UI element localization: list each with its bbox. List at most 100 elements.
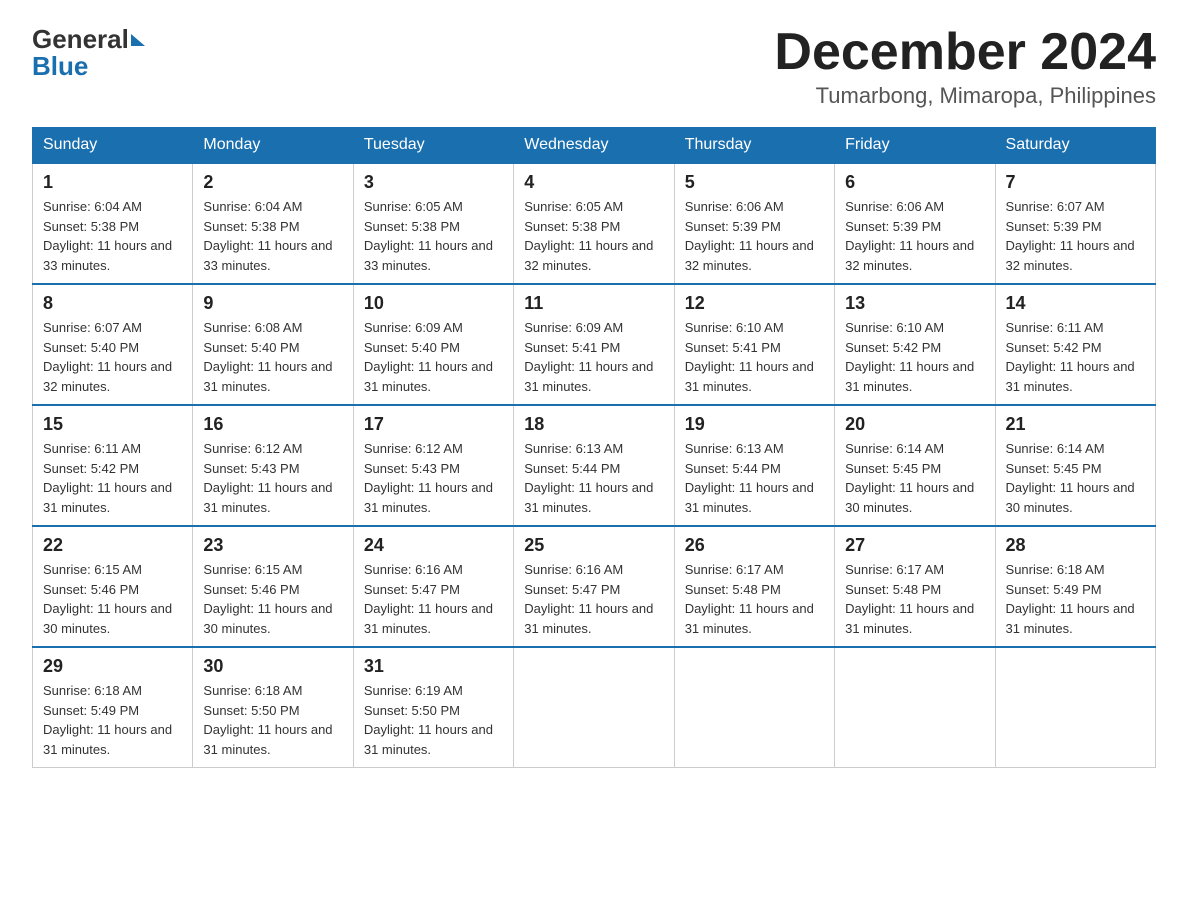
day-number: 24: [364, 535, 503, 556]
day-info: Sunrise: 6:13 AM Sunset: 5:44 PM Dayligh…: [524, 439, 663, 517]
logo-arrow-icon: [131, 34, 145, 46]
day-info: Sunrise: 6:16 AM Sunset: 5:47 PM Dayligh…: [524, 560, 663, 638]
weekday-header-wednesday: Wednesday: [514, 128, 674, 164]
calendar-cell: 27 Sunrise: 6:17 AM Sunset: 5:48 PM Dayl…: [835, 526, 995, 647]
calendar-cell: 9 Sunrise: 6:08 AM Sunset: 5:40 PM Dayli…: [193, 284, 353, 405]
day-number: 29: [43, 656, 182, 677]
calendar-table: SundayMondayTuesdayWednesdayThursdayFrid…: [32, 127, 1156, 768]
day-info: Sunrise: 6:19 AM Sunset: 5:50 PM Dayligh…: [364, 681, 503, 759]
calendar-cell: [995, 647, 1155, 768]
day-info: Sunrise: 6:10 AM Sunset: 5:41 PM Dayligh…: [685, 318, 824, 396]
calendar-week-row: 8 Sunrise: 6:07 AM Sunset: 5:40 PM Dayli…: [33, 284, 1156, 405]
calendar-cell: 4 Sunrise: 6:05 AM Sunset: 5:38 PM Dayli…: [514, 163, 674, 284]
weekday-header-friday: Friday: [835, 128, 995, 164]
day-info: Sunrise: 6:05 AM Sunset: 5:38 PM Dayligh…: [364, 197, 503, 275]
day-info: Sunrise: 6:18 AM Sunset: 5:50 PM Dayligh…: [203, 681, 342, 759]
day-info: Sunrise: 6:07 AM Sunset: 5:40 PM Dayligh…: [43, 318, 182, 396]
calendar-cell: 11 Sunrise: 6:09 AM Sunset: 5:41 PM Dayl…: [514, 284, 674, 405]
day-info: Sunrise: 6:12 AM Sunset: 5:43 PM Dayligh…: [203, 439, 342, 517]
day-number: 22: [43, 535, 182, 556]
calendar-week-row: 15 Sunrise: 6:11 AM Sunset: 5:42 PM Dayl…: [33, 405, 1156, 526]
calendar-cell: 18 Sunrise: 6:13 AM Sunset: 5:44 PM Dayl…: [514, 405, 674, 526]
day-number: 17: [364, 414, 503, 435]
calendar-cell: [514, 647, 674, 768]
day-number: 5: [685, 172, 824, 193]
day-number: 27: [845, 535, 984, 556]
day-number: 15: [43, 414, 182, 435]
calendar-cell: 10 Sunrise: 6:09 AM Sunset: 5:40 PM Dayl…: [353, 284, 513, 405]
calendar-cell: 29 Sunrise: 6:18 AM Sunset: 5:49 PM Dayl…: [33, 647, 193, 768]
calendar-cell: 28 Sunrise: 6:18 AM Sunset: 5:49 PM Dayl…: [995, 526, 1155, 647]
page-header: General Blue December 2024 Tumarbong, Mi…: [32, 24, 1156, 109]
day-info: Sunrise: 6:06 AM Sunset: 5:39 PM Dayligh…: [685, 197, 824, 275]
calendar-cell: 19 Sunrise: 6:13 AM Sunset: 5:44 PM Dayl…: [674, 405, 834, 526]
weekday-header-sunday: Sunday: [33, 128, 193, 164]
calendar-cell: [674, 647, 834, 768]
calendar-cell: 15 Sunrise: 6:11 AM Sunset: 5:42 PM Dayl…: [33, 405, 193, 526]
day-info: Sunrise: 6:18 AM Sunset: 5:49 PM Dayligh…: [43, 681, 182, 759]
title-block: December 2024 Tumarbong, Mimaropa, Phili…: [774, 24, 1156, 109]
day-number: 3: [364, 172, 503, 193]
day-number: 18: [524, 414, 663, 435]
calendar-cell: 22 Sunrise: 6:15 AM Sunset: 5:46 PM Dayl…: [33, 526, 193, 647]
day-number: 1: [43, 172, 182, 193]
day-number: 6: [845, 172, 984, 193]
calendar-cell: 21 Sunrise: 6:14 AM Sunset: 5:45 PM Dayl…: [995, 405, 1155, 526]
month-title: December 2024: [774, 24, 1156, 81]
day-info: Sunrise: 6:07 AM Sunset: 5:39 PM Dayligh…: [1006, 197, 1145, 275]
calendar-cell: 20 Sunrise: 6:14 AM Sunset: 5:45 PM Dayl…: [835, 405, 995, 526]
logo: General Blue: [32, 24, 145, 82]
day-info: Sunrise: 6:06 AM Sunset: 5:39 PM Dayligh…: [845, 197, 984, 275]
day-info: Sunrise: 6:16 AM Sunset: 5:47 PM Dayligh…: [364, 560, 503, 638]
day-info: Sunrise: 6:04 AM Sunset: 5:38 PM Dayligh…: [203, 197, 342, 275]
weekday-header-tuesday: Tuesday: [353, 128, 513, 164]
day-number: 2: [203, 172, 342, 193]
location-title: Tumarbong, Mimaropa, Philippines: [774, 83, 1156, 109]
day-number: 7: [1006, 172, 1145, 193]
calendar-cell: 14 Sunrise: 6:11 AM Sunset: 5:42 PM Dayl…: [995, 284, 1155, 405]
calendar-cell: 31 Sunrise: 6:19 AM Sunset: 5:50 PM Dayl…: [353, 647, 513, 768]
calendar-week-row: 1 Sunrise: 6:04 AM Sunset: 5:38 PM Dayli…: [33, 163, 1156, 284]
calendar-cell: 25 Sunrise: 6:16 AM Sunset: 5:47 PM Dayl…: [514, 526, 674, 647]
calendar-cell: 16 Sunrise: 6:12 AM Sunset: 5:43 PM Dayl…: [193, 405, 353, 526]
day-info: Sunrise: 6:15 AM Sunset: 5:46 PM Dayligh…: [43, 560, 182, 638]
day-number: 19: [685, 414, 824, 435]
logo-line2: Blue: [32, 51, 88, 82]
calendar-cell: 7 Sunrise: 6:07 AM Sunset: 5:39 PM Dayli…: [995, 163, 1155, 284]
day-number: 14: [1006, 293, 1145, 314]
calendar-week-row: 22 Sunrise: 6:15 AM Sunset: 5:46 PM Dayl…: [33, 526, 1156, 647]
calendar-cell: 12 Sunrise: 6:10 AM Sunset: 5:41 PM Dayl…: [674, 284, 834, 405]
day-info: Sunrise: 6:11 AM Sunset: 5:42 PM Dayligh…: [1006, 318, 1145, 396]
calendar-cell: 8 Sunrise: 6:07 AM Sunset: 5:40 PM Dayli…: [33, 284, 193, 405]
calendar-cell: 2 Sunrise: 6:04 AM Sunset: 5:38 PM Dayli…: [193, 163, 353, 284]
day-number: 4: [524, 172, 663, 193]
day-info: Sunrise: 6:14 AM Sunset: 5:45 PM Dayligh…: [1006, 439, 1145, 517]
day-number: 28: [1006, 535, 1145, 556]
day-info: Sunrise: 6:12 AM Sunset: 5:43 PM Dayligh…: [364, 439, 503, 517]
day-number: 16: [203, 414, 342, 435]
day-number: 8: [43, 293, 182, 314]
day-info: Sunrise: 6:09 AM Sunset: 5:40 PM Dayligh…: [364, 318, 503, 396]
weekday-header-row: SundayMondayTuesdayWednesdayThursdayFrid…: [33, 128, 1156, 164]
day-number: 11: [524, 293, 663, 314]
day-number: 25: [524, 535, 663, 556]
day-info: Sunrise: 6:10 AM Sunset: 5:42 PM Dayligh…: [845, 318, 984, 396]
calendar-cell: [835, 647, 995, 768]
day-info: Sunrise: 6:11 AM Sunset: 5:42 PM Dayligh…: [43, 439, 182, 517]
weekday-header-monday: Monday: [193, 128, 353, 164]
day-number: 31: [364, 656, 503, 677]
day-info: Sunrise: 6:17 AM Sunset: 5:48 PM Dayligh…: [685, 560, 824, 638]
calendar-cell: 3 Sunrise: 6:05 AM Sunset: 5:38 PM Dayli…: [353, 163, 513, 284]
day-number: 23: [203, 535, 342, 556]
calendar-cell: 24 Sunrise: 6:16 AM Sunset: 5:47 PM Dayl…: [353, 526, 513, 647]
day-number: 21: [1006, 414, 1145, 435]
calendar-cell: 26 Sunrise: 6:17 AM Sunset: 5:48 PM Dayl…: [674, 526, 834, 647]
day-info: Sunrise: 6:08 AM Sunset: 5:40 PM Dayligh…: [203, 318, 342, 396]
weekday-header-thursday: Thursday: [674, 128, 834, 164]
calendar-cell: 30 Sunrise: 6:18 AM Sunset: 5:50 PM Dayl…: [193, 647, 353, 768]
day-number: 26: [685, 535, 824, 556]
day-number: 9: [203, 293, 342, 314]
calendar-cell: 17 Sunrise: 6:12 AM Sunset: 5:43 PM Dayl…: [353, 405, 513, 526]
day-number: 30: [203, 656, 342, 677]
weekday-header-saturday: Saturday: [995, 128, 1155, 164]
